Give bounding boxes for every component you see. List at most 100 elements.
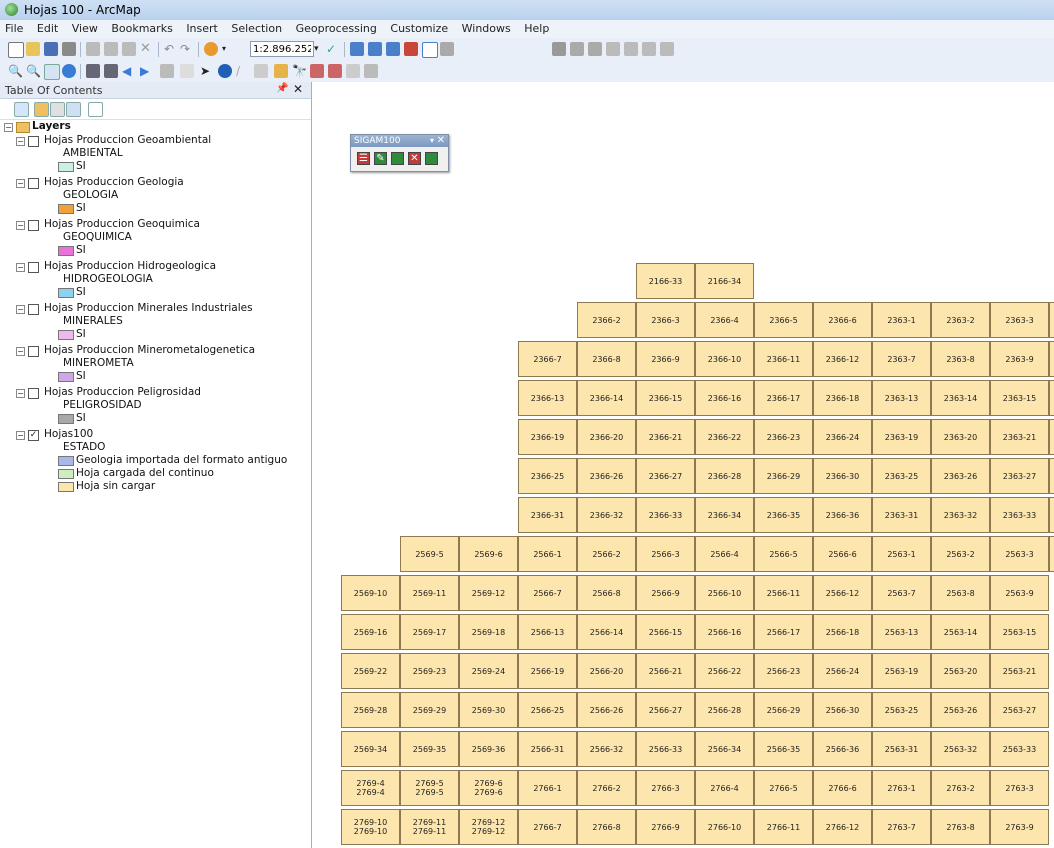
map-sheet-cell[interactable]: 2766-9	[636, 809, 695, 845]
map-sheet-cell[interactable]: 2363-27	[990, 458, 1049, 494]
tool-e-icon[interactable]	[624, 42, 638, 56]
map-sheet-cell[interactable]: 2366-33	[636, 497, 695, 533]
map-sheet-cell[interactable]: 2763-2	[931, 770, 990, 806]
map-sheet-cell[interactable]: 2563-2	[931, 536, 990, 572]
paste-icon[interactable]	[122, 42, 136, 56]
map-sheet-cell[interactable]: 2363-15	[990, 380, 1049, 416]
collapse-toggle-icon[interactable]: −	[4, 123, 13, 132]
map-sheet-cell[interactable]: 2569-6	[459, 536, 518, 572]
map-sheet-cell[interactable]: 2363-26	[931, 458, 990, 494]
map-sheet-cell[interactable]: 2766-3	[636, 770, 695, 806]
map-sheet-cell[interactable]: 2569-16	[341, 614, 400, 650]
map-sheet-cell[interactable]: 2363-7	[872, 341, 931, 377]
map-sheet-cell[interactable]: 2366-24	[813, 419, 872, 455]
map-sheet-cell[interactable]	[1049, 302, 1054, 338]
map-sheet-cell[interactable]: 2366-34	[695, 497, 754, 533]
map-sheet-cell[interactable]: 2566-8	[577, 575, 636, 611]
zoom-out-icon[interactable]: 🔍	[26, 64, 41, 78]
map-sheet-cell[interactable]: 2569-22	[341, 653, 400, 689]
map-sheet-cell[interactable]	[1049, 341, 1054, 377]
map-sheet-cell[interactable]: 2769-11 2769-11	[400, 809, 459, 845]
map-sheet-cell[interactable]: 2566-28	[695, 692, 754, 728]
map-sheet-cell[interactable]: 2563-8	[931, 575, 990, 611]
save-icon[interactable]	[44, 42, 58, 56]
map-sheet-cell[interactable]: 2566-1	[518, 536, 577, 572]
layer-visibility-checkbox[interactable]	[28, 136, 39, 147]
map-sheet-cell[interactable]: 2566-2	[577, 536, 636, 572]
map-sheet-cell[interactable]: 2563-31	[872, 731, 931, 767]
map-sheet-cell[interactable]: 2569-34	[341, 731, 400, 767]
layer-name-minerometalogenetica[interactable]: Hojas Produccion Minerometalogenetica	[44, 344, 255, 357]
map-sheet-cell[interactable]: 2563-9	[990, 575, 1049, 611]
map-sheet-cell[interactable]: 2566-25	[518, 692, 577, 728]
map-sheet-cell[interactable]: 2363-2	[931, 302, 990, 338]
map-sheet-cell[interactable]: 2566-34	[695, 731, 754, 767]
menu-geoprocessing[interactable]: Geoprocessing	[291, 20, 382, 35]
map-sheet-cell[interactable]: 2563-13	[872, 614, 931, 650]
tool-g-icon[interactable]	[660, 42, 674, 56]
delete-icon[interactable]: ✕	[140, 42, 154, 56]
map-sheet-cell[interactable]: 2366-23	[754, 419, 813, 455]
map-sheet-cell[interactable]: 2566-9	[636, 575, 695, 611]
layer-name-minerales-industriales[interactable]: Hojas Produccion Minerales Industriales	[44, 302, 253, 315]
add-data-dropdown-icon[interactable]: ▾	[222, 42, 236, 56]
new-document-icon[interactable]	[8, 42, 24, 58]
menu-view[interactable]: View	[67, 20, 103, 35]
map-sheet-cell[interactable]: 2366-25	[518, 458, 577, 494]
map-sheet-cell[interactable]: 2366-19	[518, 419, 577, 455]
map-sheet-cell[interactable]: 2766-1	[518, 770, 577, 806]
tool-b-icon[interactable]	[570, 42, 584, 56]
map-sheet-cell[interactable]: 2366-31	[518, 497, 577, 533]
map-sheet-cell[interactable]: 2366-12	[813, 341, 872, 377]
map-sheet-cell[interactable]: 2366-14	[577, 380, 636, 416]
select-features-icon[interactable]	[160, 64, 174, 78]
map-sheet-cell[interactable]: 2766-11	[754, 809, 813, 845]
map-sheet-cell[interactable]: 2363-32	[931, 497, 990, 533]
layer-visibility-checkbox[interactable]	[28, 346, 39, 357]
map-sheet-cell[interactable]: 2566-5	[754, 536, 813, 572]
map-sheet-cell[interactable]: 2763-9	[990, 809, 1049, 845]
menu-edit[interactable]: Edit	[32, 20, 63, 35]
map-sheet-cell[interactable]: 2566-30	[813, 692, 872, 728]
time-slider-icon[interactable]	[346, 64, 360, 78]
layer-visibility-checkbox[interactable]	[28, 220, 39, 231]
copy-icon[interactable]	[104, 42, 118, 56]
map-sheet-cell[interactable]: 2569-23	[400, 653, 459, 689]
tool-f-icon[interactable]	[642, 42, 656, 56]
map-sheet-cell[interactable]: 2563-14	[931, 614, 990, 650]
viewer-window-icon[interactable]	[364, 64, 378, 78]
map-sheet-cell[interactable]: 2363-31	[872, 497, 931, 533]
map-sheet-cell[interactable]: 2569-29	[400, 692, 459, 728]
add-data-icon[interactable]	[204, 42, 218, 56]
find-icon[interactable]: 🔭	[292, 64, 307, 78]
map-sheet-cell[interactable]: 2566-15	[636, 614, 695, 650]
map-sheet-cell[interactable]: 2366-6	[813, 302, 872, 338]
modelbuilder-icon[interactable]	[440, 42, 454, 56]
map-sheet-cell[interactable]: 2569-24	[459, 653, 518, 689]
layer-visibility-checkbox[interactable]	[28, 388, 39, 399]
fixed-zoom-out-icon[interactable]	[104, 64, 118, 78]
map-sheet-cell[interactable]	[1049, 497, 1054, 533]
map-sheet-cell[interactable]: 2366-21	[636, 419, 695, 455]
map-sheet-cell[interactable]: 2563-20	[931, 653, 990, 689]
map-sheet-cell[interactable]: 2763-8	[931, 809, 990, 845]
map-sheet-cell[interactable]: 2769-5 2769-5	[400, 770, 459, 806]
map-sheet-cell[interactable]: 2566-29	[754, 692, 813, 728]
map-sheet-cell[interactable]: 2366-22	[695, 419, 754, 455]
close-icon[interactable]: ✕	[437, 135, 445, 147]
map-sheet-cell[interactable]: 2566-27	[636, 692, 695, 728]
catalog-icon[interactable]	[368, 42, 382, 56]
list-icon[interactable]: ☰	[357, 152, 370, 165]
map-sheet-cell[interactable]: 2363-19	[872, 419, 931, 455]
zoom-in-icon[interactable]: 🔍	[8, 64, 23, 78]
map-sheet-cell[interactable]: 2569-5	[400, 536, 459, 572]
collapse-toggle-icon[interactable]: −	[16, 179, 25, 188]
map-sheet-cell[interactable]: 2763-7	[872, 809, 931, 845]
map-sheet-cell[interactable]: 2363-3	[990, 302, 1049, 338]
map-sheet-cell[interactable]: 2766-12	[813, 809, 872, 845]
map-sheet-cell[interactable]: 2766-2	[577, 770, 636, 806]
collapse-toggle-icon[interactable]: −	[16, 221, 25, 230]
sigam-toolbar-header[interactable]: SIGAM100 ▾ ✕	[351, 135, 448, 147]
map-sheet-cell[interactable]: 2569-36	[459, 731, 518, 767]
map-sheet-cell[interactable]: 2566-36	[813, 731, 872, 767]
